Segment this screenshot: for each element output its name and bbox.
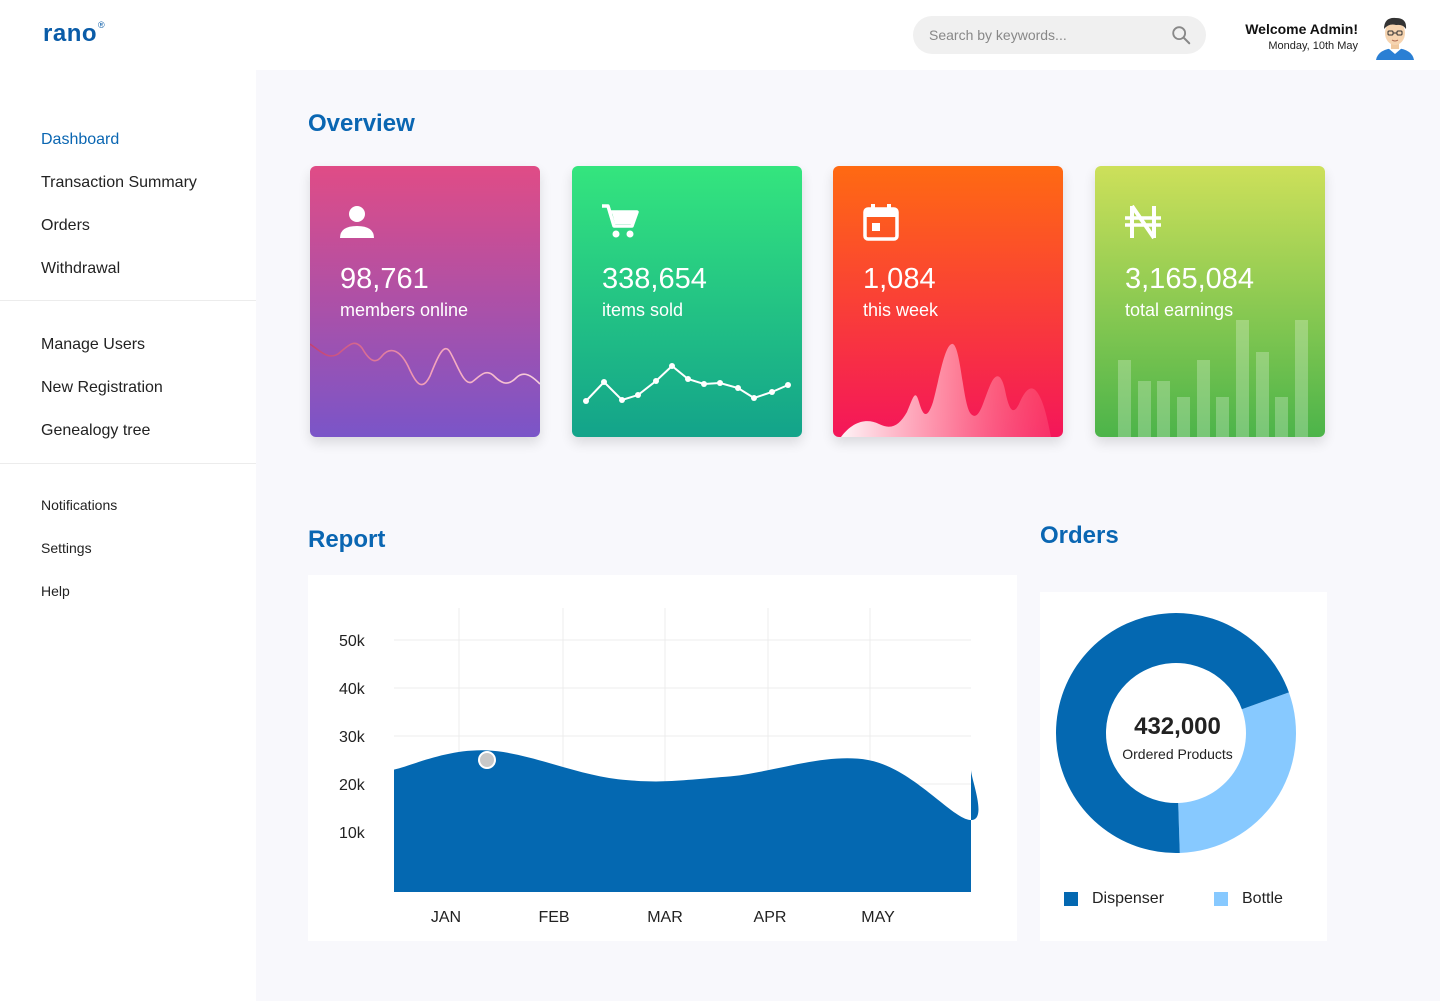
- x-tick-label: MAR: [647, 909, 683, 926]
- y-tick-label: 30k: [339, 729, 366, 746]
- user-icon: [340, 206, 374, 238]
- sidebar-item-dashboard[interactable]: Dashboard: [41, 131, 119, 149]
- orders-panel: 432,000 Ordered Products: [1040, 592, 1327, 941]
- stat-card-total-earnings[interactable]: 3,165,084 total earnings: [1095, 166, 1325, 437]
- welcome-block: Welcome Admin! Monday, 10th May: [1245, 21, 1358, 52]
- orders-total-label: Ordered Products: [1122, 746, 1233, 762]
- sidebar: Dashboard Transaction Summary Orders Wit…: [0, 70, 256, 1001]
- items-sold-label: items sold: [602, 300, 684, 320]
- sidebar-divider: [0, 300, 256, 301]
- sidebar-item-orders[interactable]: Orders: [41, 217, 90, 235]
- top-header: rano® Welcome Admin! Monday, 10th May: [0, 0, 1440, 70]
- main-content: Overview 98,761 members online 338,654 i…: [256, 70, 1440, 1001]
- report-title: Report: [308, 526, 386, 553]
- calendar-icon: [863, 204, 899, 241]
- logo[interactable]: rano®: [43, 20, 106, 48]
- legend-swatch-bottle: [1214, 892, 1228, 906]
- earnings-value: 3,165,084: [1125, 263, 1255, 295]
- logo-registered-mark: ®: [98, 20, 106, 30]
- avatar[interactable]: [1372, 12, 1418, 60]
- members-value: 98,761: [340, 263, 429, 295]
- search-input[interactable]: [913, 16, 1206, 54]
- search-icon[interactable]: [1170, 24, 1192, 46]
- cart-icon: [602, 204, 639, 238]
- y-tick-label: 10k: [339, 825, 366, 842]
- report-area-chart: 50k 40k 30k 20k 10k JAN FEB MAR APR MAY: [339, 608, 979, 926]
- stat-card-items-sold[interactable]: 338,654 items sold: [572, 166, 802, 437]
- sidebar-item-settings[interactable]: Settings: [41, 540, 92, 556]
- x-tick-label: MAY: [861, 909, 895, 926]
- report-point-marker[interactable]: [478, 751, 496, 769]
- members-label: members online: [340, 300, 469, 320]
- naira-icon: [1125, 204, 1161, 240]
- legend-label-bottle: Bottle: [1242, 890, 1283, 907]
- sidebar-item-genealogy-tree[interactable]: Genealogy tree: [41, 422, 150, 440]
- report-area: [394, 750, 979, 892]
- overview-title: Overview: [308, 110, 415, 137]
- report-panel: 50k 40k 30k 20k 10k JAN FEB MAR APR MAY: [308, 575, 1017, 941]
- x-tick-label: JAN: [431, 909, 461, 926]
- legend-swatch-dispenser: [1064, 892, 1078, 906]
- y-tick-label: 20k: [339, 777, 366, 794]
- sidebar-item-notifications[interactable]: Notifications: [41, 497, 117, 513]
- legend-dispenser: Dispenser: [1064, 890, 1164, 908]
- sidebar-divider: [0, 463, 256, 464]
- orders-title: Orders: [1040, 522, 1119, 549]
- this-week-value: 1,084: [863, 263, 936, 295]
- welcome-name: Welcome Admin!: [1245, 21, 1358, 37]
- sidebar-item-new-registration[interactable]: New Registration: [41, 379, 163, 397]
- logo-text: rano: [43, 20, 98, 47]
- x-tick-label: APR: [754, 909, 787, 926]
- x-tick-label: FEB: [538, 909, 569, 926]
- items-sold-value: 338,654: [602, 263, 707, 295]
- sidebar-item-help[interactable]: Help: [41, 583, 70, 599]
- legend-bottle: Bottle: [1214, 890, 1283, 908]
- sidebar-item-withdrawal[interactable]: Withdrawal: [41, 260, 120, 278]
- legend-label-dispenser: Dispenser: [1092, 890, 1165, 907]
- sidebar-item-transaction-summary[interactable]: Transaction Summary: [41, 174, 197, 192]
- y-tick-label: 40k: [339, 681, 366, 698]
- stat-card-this-week[interactable]: 1,084 this week: [833, 166, 1063, 437]
- stat-card-members[interactable]: 98,761 members online: [310, 166, 540, 437]
- earnings-label: total earnings: [1125, 300, 1234, 320]
- this-week-label: this week: [863, 300, 939, 320]
- welcome-date: Monday, 10th May: [1268, 40, 1358, 52]
- y-tick-label: 50k: [339, 633, 366, 650]
- orders-total: 432,000: [1134, 713, 1221, 740]
- sidebar-item-manage-users[interactable]: Manage Users: [41, 336, 145, 354]
